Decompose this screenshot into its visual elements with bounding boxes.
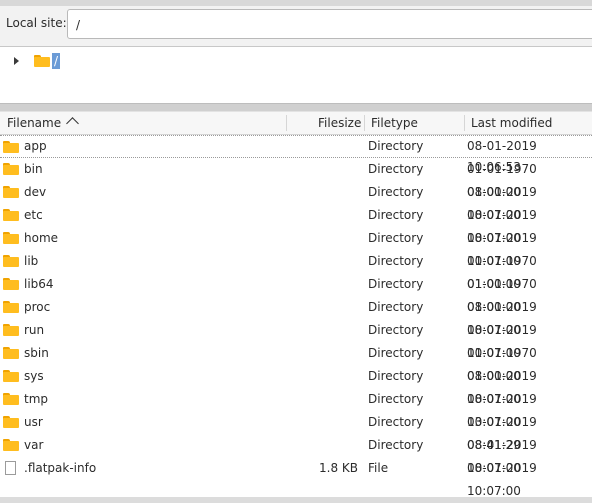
cell-filename: proc [24, 300, 51, 314]
cell-filetype: Directory [368, 139, 424, 153]
local-site-path-input[interactable]: / [67, 9, 592, 39]
folder-icon [3, 439, 19, 451]
table-row[interactable]: tmp Directory 08-01-2019 10:07:00 [0, 388, 592, 429]
table-row[interactable]: dev Directory 08-01-2019 10:07:00 [0, 181, 592, 222]
cell-filetype: Directory [368, 323, 424, 337]
cell-filetype: Directory [368, 162, 424, 176]
cell-filename: lib64 [24, 277, 54, 291]
folder-icon [3, 324, 19, 336]
sort-ascending-icon [66, 117, 79, 130]
column-divider[interactable] [286, 115, 287, 131]
cell-filename: sys [24, 369, 44, 383]
folder-icon [3, 209, 19, 221]
cell-filename: bin [24, 162, 43, 176]
cell-filename: etc [24, 208, 43, 222]
table-row[interactable]: lib Directory 01-01-1970 01:00:00 [0, 250, 592, 291]
cell-filename: .flatpak-info [24, 461, 97, 475]
column-divider[interactable] [364, 115, 365, 131]
folder-icon [3, 393, 19, 405]
cell-filetype: Directory [368, 438, 424, 452]
folder-icon [3, 301, 19, 313]
cell-filetype: Directory [368, 369, 424, 383]
expand-arrow-icon[interactable] [14, 57, 19, 65]
table-row[interactable]: bin Directory 01-01-1970 01:00:00 [0, 158, 592, 199]
local-site-bar: Local site: / [0, 6, 592, 46]
cell-filetype: Directory [368, 300, 424, 314]
table-row[interactable]: etc Directory 08-01-2019 10:07:00 [0, 204, 592, 245]
folder-icon [3, 347, 19, 359]
column-divider[interactable] [464, 115, 465, 131]
cell-filetype: Directory [368, 277, 424, 291]
cell-filename: dev [24, 185, 47, 199]
folder-icon [3, 186, 19, 198]
table-row[interactable]: sys Directory 08-01-2019 10:07:00 [0, 365, 592, 406]
cell-filetype: Directory [368, 231, 424, 245]
folder-icon [3, 232, 19, 244]
folder-icon [3, 163, 19, 175]
cell-filetype: Directory [368, 392, 424, 406]
cell-filetype: Directory [368, 254, 424, 268]
folder-icon [3, 141, 19, 153]
directory-tree[interactable]: / [0, 46, 592, 104]
cell-filetype: Directory [368, 346, 424, 360]
folder-icon [3, 255, 19, 267]
table-row[interactable]: usr Directory 03-01-2019 08:41:29 [0, 411, 592, 452]
file-icon [5, 461, 16, 475]
cell-last-modified: 08-01-2019 10:07:00 [467, 461, 537, 498]
table-row[interactable]: .flatpak-info 1.8 KB File 08-01-2019 10:07:… [0, 457, 592, 498]
table-row[interactable]: var Directory 08-01-2019 10:07:00 [0, 434, 592, 475]
column-header-last-modified[interactable]: Last modified [471, 112, 552, 134]
table-row[interactable]: sbin Directory 01-01-1970 01:00:00 [0, 342, 592, 383]
cell-filetype: Directory [368, 415, 424, 429]
local-site-label: Local site: [6, 16, 67, 30]
table-row[interactable]: run Directory 08-01-2019 10:07:00 [0, 319, 592, 360]
cell-filename: var [24, 438, 44, 452]
file-list-header: Filename Filesize Filetype Last modified [0, 111, 592, 135]
cell-filesize: 1.8 KB [319, 461, 358, 475]
table-row[interactable]: proc Directory 08-01-2019 10:07:00 [0, 296, 592, 337]
column-header-filesize[interactable]: Filesize [318, 112, 361, 134]
cell-filename: run [24, 323, 45, 337]
cell-filetype: File [368, 461, 389, 475]
cell-filename: home [24, 231, 59, 245]
cell-filename: app [24, 139, 47, 153]
folder-icon [3, 370, 19, 382]
table-row[interactable]: app Directory 08-01-2019 10:06:53 [0, 135, 592, 174]
file-list[interactable]: Filename Filesize Filetype Last modified… [0, 111, 592, 498]
cell-filename: lib [24, 254, 39, 268]
table-row[interactable]: home Directory 08-01-2019 10:07:00 [0, 227, 592, 268]
folder-icon [3, 278, 19, 290]
folder-icon [34, 55, 50, 67]
tree-root-item[interactable]: / [52, 53, 61, 69]
cell-filename: usr [24, 415, 43, 429]
column-header-filename[interactable]: Filename [7, 112, 61, 134]
cell-filename: sbin [24, 346, 49, 360]
folder-icon [3, 416, 19, 428]
cell-filetype: Directory [368, 208, 424, 222]
table-row[interactable]: lib64 Directory 01-01-1970 01:00:00 [0, 273, 592, 314]
cell-filename: tmp [24, 392, 49, 406]
column-header-filetype[interactable]: Filetype [371, 112, 418, 134]
cell-filetype: Directory [368, 185, 424, 199]
